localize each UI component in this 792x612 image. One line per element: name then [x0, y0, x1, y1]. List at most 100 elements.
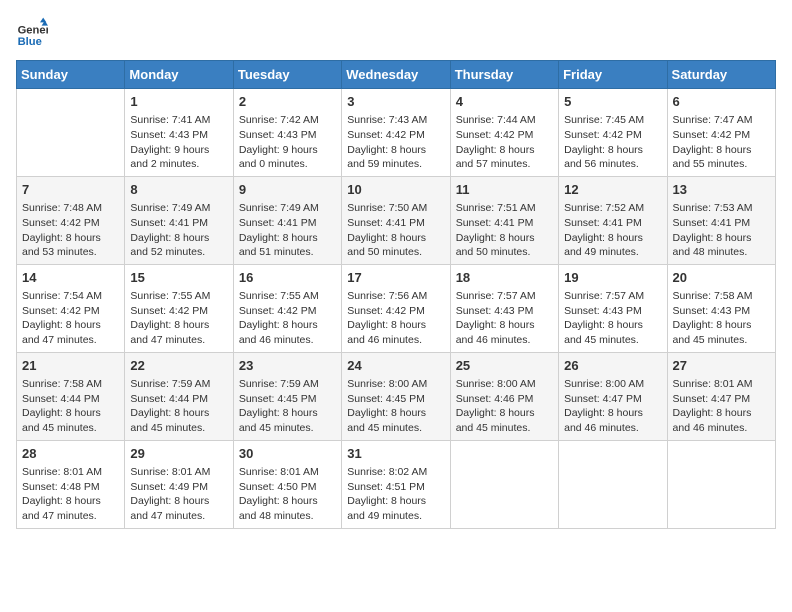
calendar-cell: 17 Sunrise: 7:56 AM Sunset: 4:42 PM Dayli…: [342, 264, 450, 352]
day-details: Sunrise: 7:53 AM Sunset: 4:41 PM Dayligh…: [673, 201, 770, 260]
day-details: Sunrise: 7:55 AM Sunset: 4:42 PM Dayligh…: [130, 289, 227, 348]
day-details: Sunrise: 7:55 AM Sunset: 4:42 PM Dayligh…: [239, 289, 336, 348]
day-number: 17: [347, 269, 444, 287]
day-details: Sunrise: 8:01 AM Sunset: 4:47 PM Dayligh…: [673, 377, 770, 436]
calendar-cell: 9 Sunrise: 7:49 AM Sunset: 4:41 PM Daylig…: [233, 176, 341, 264]
day-number: 14: [22, 269, 119, 287]
calendar-cell: 5 Sunrise: 7:45 AM Sunset: 4:42 PM Daylig…: [559, 89, 667, 177]
day-number: 16: [239, 269, 336, 287]
day-number: 30: [239, 445, 336, 463]
day-details: Sunrise: 8:00 AM Sunset: 4:45 PM Dayligh…: [347, 377, 444, 436]
week-row-5: 28 Sunrise: 8:01 AM Sunset: 4:48 PM Dayli…: [17, 440, 776, 528]
day-number: 3: [347, 93, 444, 111]
day-details: Sunrise: 7:57 AM Sunset: 4:43 PM Dayligh…: [456, 289, 553, 348]
day-number: 1: [130, 93, 227, 111]
calendar-cell: 26Sunrise: 8:00 AM Sunset: 4:47 PM Dayli…: [559, 352, 667, 440]
day-number: 11: [456, 181, 553, 199]
calendar-cell: 30 Sunrise: 8:01 AM Sunset: 4:50 PM Dayli…: [233, 440, 341, 528]
weekday-header-saturday: Saturday: [667, 61, 775, 89]
weekday-header-monday: Monday: [125, 61, 233, 89]
day-details: Sunrise: 7:48 AM Sunset: 4:42 PM Dayligh…: [22, 201, 119, 260]
weekday-header-sunday: Sunday: [17, 61, 125, 89]
calendar-cell: 16 Sunrise: 7:55 AM Sunset: 4:42 PM Dayli…: [233, 264, 341, 352]
day-details: Sunrise: 8:00 AM Sunset: 4:46 PM Dayligh…: [456, 377, 553, 436]
day-number: 21: [22, 357, 119, 375]
day-number: 12: [564, 181, 661, 199]
day-details: Sunrise: 8:02 AM Sunset: 4:51 PM Dayligh…: [347, 465, 444, 524]
calendar-cell: 14 Sunrise: 7:54 AM Sunset: 4:42 PM Dayli…: [17, 264, 125, 352]
day-details: Sunrise: 7:45 AM Sunset: 4:42 PM Dayligh…: [564, 113, 661, 172]
svg-text:Blue: Blue: [18, 36, 42, 48]
day-number: 31: [347, 445, 444, 463]
calendar-cell: 11 Sunrise: 7:51 AM Sunset: 4:41 PM Dayli…: [450, 176, 558, 264]
day-details: Sunrise: 7:50 AM Sunset: 4:41 PM Dayligh…: [347, 201, 444, 260]
calendar-cell: 24 Sunrise: 8:00 AM Sunset: 4:45 PM Dayli…: [342, 352, 450, 440]
day-number: 24: [347, 357, 444, 375]
calendar-cell: 15 Sunrise: 7:55 AM Sunset: 4:42 PM Dayli…: [125, 264, 233, 352]
day-number: 25: [456, 357, 553, 375]
day-number: 26: [564, 357, 661, 375]
day-details: Sunrise: 7:54 AM Sunset: 4:42 PM Dayligh…: [22, 289, 119, 348]
calendar-cell: [559, 440, 667, 528]
week-row-1: 1 Sunrise: 7:41 AM Sunset: 4:43 PM Daylig…: [17, 89, 776, 177]
calendar-cell: 31 Sunrise: 8:02 AM Sunset: 4:51 PM Dayli…: [342, 440, 450, 528]
day-details: Sunrise: 7:43 AM Sunset: 4:42 PM Dayligh…: [347, 113, 444, 172]
day-number: 9: [239, 181, 336, 199]
calendar-cell: 10Sunrise: 7:50 AM Sunset: 4:41 PM Dayli…: [342, 176, 450, 264]
calendar-cell: 22Sunrise: 7:59 AM Sunset: 4:44 PM Dayli…: [125, 352, 233, 440]
day-details: Sunrise: 7:49 AM Sunset: 4:41 PM Dayligh…: [239, 201, 336, 260]
day-details: Sunrise: 7:49 AM Sunset: 4:41 PM Dayligh…: [130, 201, 227, 260]
day-number: 15: [130, 269, 227, 287]
day-number: 6: [673, 93, 770, 111]
calendar-cell: 12 Sunrise: 7:52 AM Sunset: 4:41 PM Dayli…: [559, 176, 667, 264]
day-number: 13: [673, 181, 770, 199]
calendar-cell: 13 Sunrise: 7:53 AM Sunset: 4:41 PM Dayli…: [667, 176, 775, 264]
day-details: Sunrise: 8:01 AM Sunset: 4:50 PM Dayligh…: [239, 465, 336, 524]
day-details: Sunrise: 7:47 AM Sunset: 4:42 PM Dayligh…: [673, 113, 770, 172]
week-row-3: 14 Sunrise: 7:54 AM Sunset: 4:42 PM Dayli…: [17, 264, 776, 352]
day-details: Sunrise: 7:58 AM Sunset: 4:44 PM Dayligh…: [22, 377, 119, 436]
day-details: Sunrise: 7:41 AM Sunset: 4:43 PM Dayligh…: [130, 113, 227, 172]
calendar-cell: 3 Sunrise: 7:43 AM Sunset: 4:42 PM Daylig…: [342, 89, 450, 177]
day-details: Sunrise: 7:58 AM Sunset: 4:43 PM Dayligh…: [673, 289, 770, 348]
calendar-table: SundayMondayTuesdayWednesdayThursdayFrid…: [16, 60, 776, 529]
day-number: 20: [673, 269, 770, 287]
day-details: Sunrise: 8:01 AM Sunset: 4:48 PM Dayligh…: [22, 465, 119, 524]
calendar-cell: 27 Sunrise: 8:01 AM Sunset: 4:47 PM Dayli…: [667, 352, 775, 440]
day-number: 23: [239, 357, 336, 375]
day-number: 27: [673, 357, 770, 375]
day-details: Sunrise: 7:56 AM Sunset: 4:42 PM Dayligh…: [347, 289, 444, 348]
calendar-cell: 19 Sunrise: 7:57 AM Sunset: 4:43 PM Dayli…: [559, 264, 667, 352]
week-row-2: 7 Sunrise: 7:48 AM Sunset: 4:42 PM Daylig…: [17, 176, 776, 264]
day-details: Sunrise: 7:52 AM Sunset: 4:41 PM Dayligh…: [564, 201, 661, 260]
calendar-cell: 4Sunrise: 7:44 AM Sunset: 4:42 PM Daylig…: [450, 89, 558, 177]
week-row-4: 21 Sunrise: 7:58 AM Sunset: 4:44 PM Dayli…: [17, 352, 776, 440]
day-number: 7: [22, 181, 119, 199]
calendar-cell: 23 Sunrise: 7:59 AM Sunset: 4:45 PM Dayli…: [233, 352, 341, 440]
day-number: 5: [564, 93, 661, 111]
calendar-cell: 1 Sunrise: 7:41 AM Sunset: 4:43 PM Daylig…: [125, 89, 233, 177]
calendar-cell: [17, 89, 125, 177]
calendar-cell: 29Sunrise: 8:01 AM Sunset: 4:49 PM Dayli…: [125, 440, 233, 528]
svg-text:General: General: [18, 25, 48, 37]
weekday-header-tuesday: Tuesday: [233, 61, 341, 89]
day-number: 18: [456, 269, 553, 287]
calendar-cell: 7 Sunrise: 7:48 AM Sunset: 4:42 PM Daylig…: [17, 176, 125, 264]
day-details: Sunrise: 7:44 AM Sunset: 4:42 PM Dayligh…: [456, 113, 553, 172]
weekday-header-row: SundayMondayTuesdayWednesdayThursdayFrid…: [17, 61, 776, 89]
logo: General Blue: [16, 16, 52, 48]
weekday-header-wednesday: Wednesday: [342, 61, 450, 89]
day-number: 19: [564, 269, 661, 287]
day-details: Sunrise: 7:57 AM Sunset: 4:43 PM Dayligh…: [564, 289, 661, 348]
day-details: Sunrise: 7:59 AM Sunset: 4:45 PM Dayligh…: [239, 377, 336, 436]
day-details: Sunrise: 7:51 AM Sunset: 4:41 PM Dayligh…: [456, 201, 553, 260]
logo-icon: General Blue: [16, 16, 48, 48]
calendar-cell: [450, 440, 558, 528]
header: General Blue: [16, 16, 776, 48]
day-details: Sunrise: 8:01 AM Sunset: 4:49 PM Dayligh…: [130, 465, 227, 524]
calendar-cell: 21 Sunrise: 7:58 AM Sunset: 4:44 PM Dayli…: [17, 352, 125, 440]
calendar-cell: 8Sunrise: 7:49 AM Sunset: 4:41 PM Daylig…: [125, 176, 233, 264]
day-details: Sunrise: 7:42 AM Sunset: 4:43 PM Dayligh…: [239, 113, 336, 172]
day-number: 28: [22, 445, 119, 463]
calendar-cell: 18 Sunrise: 7:57 AM Sunset: 4:43 PM Dayli…: [450, 264, 558, 352]
